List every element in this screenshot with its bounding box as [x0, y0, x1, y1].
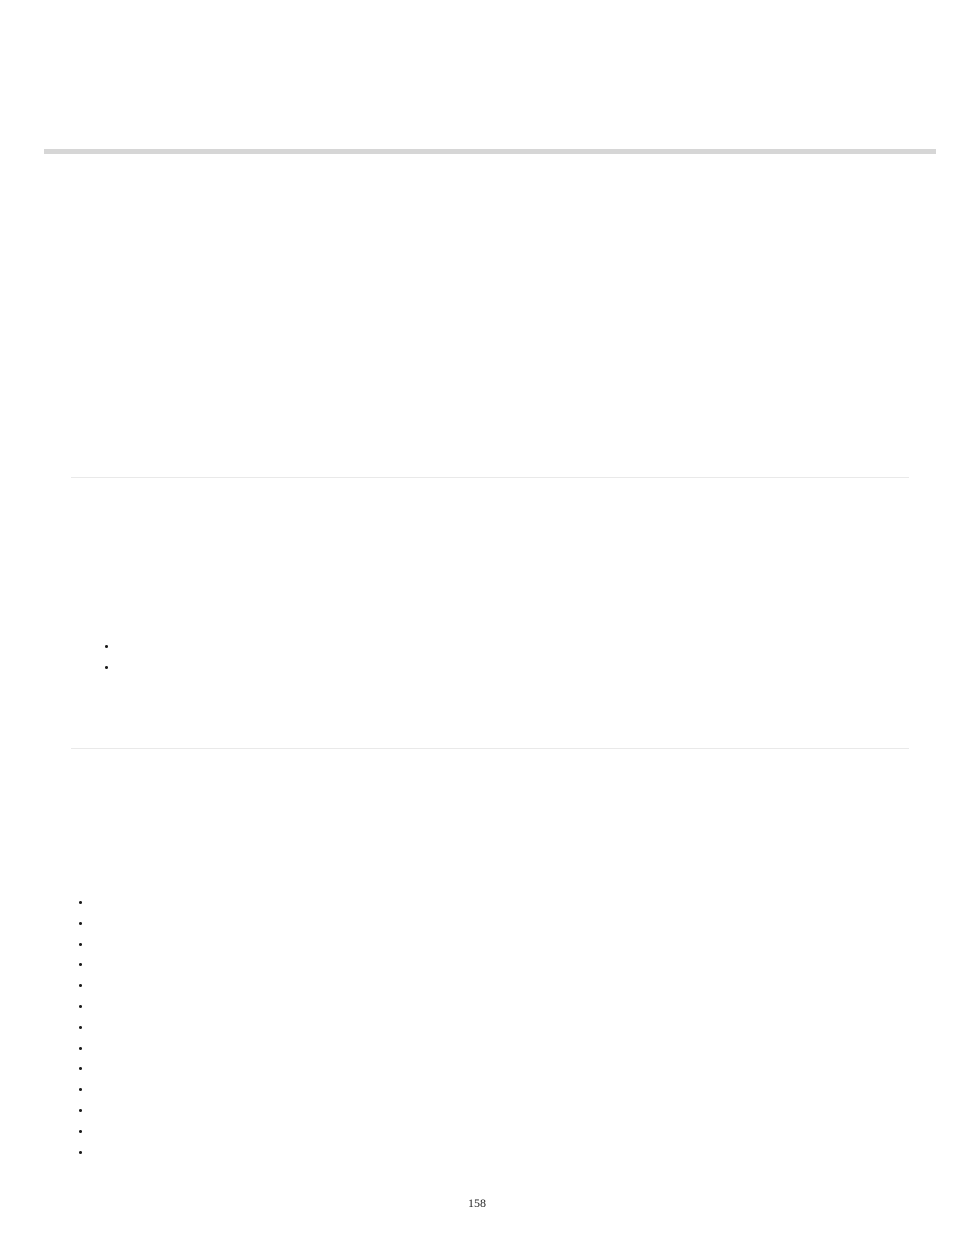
page: 158 — [0, 0, 954, 1235]
horizontal-rule-thin-1 — [71, 477, 909, 478]
bullet-point — [79, 901, 82, 904]
bullet-point — [79, 984, 82, 987]
bullet-point — [79, 1005, 82, 1008]
bullet-list-upper — [105, 645, 108, 669]
bullet-point — [79, 1067, 82, 1070]
page-number: 158 — [0, 1196, 954, 1211]
bullet-point — [79, 1109, 82, 1112]
bullet-point — [105, 645, 108, 648]
bullet-point — [79, 1151, 82, 1154]
bullet-point — [105, 666, 108, 669]
bullet-point — [79, 943, 82, 946]
horizontal-rule-thick — [44, 149, 936, 154]
bullet-point — [79, 922, 82, 925]
bullet-point — [79, 1130, 82, 1133]
bullet-list-lower — [79, 901, 82, 1154]
bullet-point — [79, 1047, 82, 1050]
bullet-point — [79, 1088, 82, 1091]
bullet-point — [79, 1026, 82, 1029]
bullet-point — [79, 963, 82, 966]
horizontal-rule-thin-2 — [71, 748, 909, 749]
